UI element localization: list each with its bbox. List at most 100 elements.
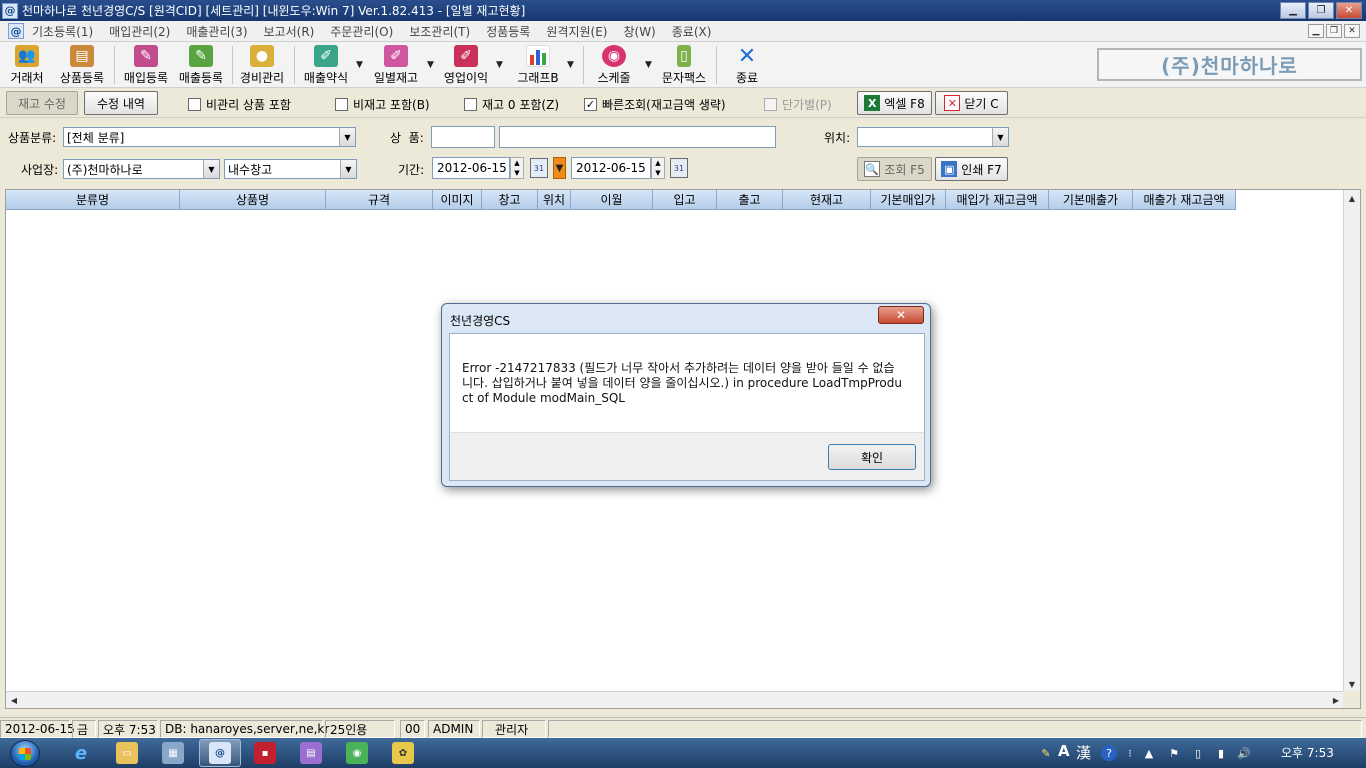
volume-icon[interactable]: 🔊 [1236,745,1252,761]
folder-icon[interactable]: ▭ [116,742,138,764]
include-unmanaged-checkbox[interactable]: 비관리 상품 포함 [188,96,291,113]
ie-icon[interactable]: e [70,742,92,764]
include-zero-stock-checkbox[interactable]: 재고 0 포함(Z) [464,96,559,113]
spin-up-icon[interactable]: ▲ [514,159,519,167]
location-combo[interactable]: ▼ [857,127,1009,147]
column-header-purchase-stock-amount[interactable]: 매입가 재고금액 [946,190,1049,210]
help-icon[interactable]: ? [1101,745,1117,761]
ime-english-indicator[interactable]: A [1058,742,1070,760]
menu-genuine-registration[interactable]: 정품등록 [486,23,530,40]
site-combo[interactable]: (주)천마하나로 ▼ [63,159,220,179]
calendar-icon[interactable]: 31 [530,158,548,178]
daily-stock-dropdown-icon[interactable]: ▼ [427,60,434,70]
spin-down-icon[interactable]: ▼ [655,169,660,177]
stock-edit-button[interactable]: 재고 수정 [6,91,78,115]
menu-purchase[interactable]: 매입관리(2) [109,23,170,40]
menu-sales[interactable]: 매출관리(3) [186,23,247,40]
ok-button[interactable]: 확인 [828,444,916,470]
column-header-category[interactable]: 분류명 [6,190,180,210]
network-icon[interactable]: ▦ [162,742,184,764]
product-code-input[interactable] [431,126,495,148]
column-header-product[interactable]: 상품명 [180,190,326,210]
ime-tool-icon[interactable]: ✎ [1038,745,1054,761]
category-combo[interactable]: [전체 분류] ▼ [63,127,356,147]
menu-basic-registration[interactable]: 기초등록(1) [32,23,93,40]
operating-profit-button[interactable]: ✐ 영업이익 [440,45,492,86]
graph-button[interactable]: 그래프B [512,45,564,86]
maximize-button[interactable]: ❐ [1308,2,1334,19]
column-header-sales-stock-amount[interactable]: 매출가 재고금액 [1133,190,1236,210]
paint-app-icon[interactable]: ✿ [392,742,414,764]
red-app-icon[interactable]: ▪ [254,742,276,764]
minimize-button[interactable]: ▁ [1280,2,1306,19]
column-header-warehouse[interactable]: 창고 [482,190,538,210]
menu-window[interactable]: 창(W) [623,23,655,40]
date-range-arrow-icon[interactable]: ▼ [553,157,566,179]
column-header-spec[interactable]: 규격 [326,190,433,210]
mdi-child-icon[interactable]: @ [8,23,24,39]
network-signal-icon[interactable]: ▮ [1213,745,1229,761]
scroll-right-icon[interactable]: ▶ [1328,692,1344,708]
column-header-carryover[interactable]: 이월 [571,190,653,210]
date-to-spinner[interactable]: ▲ ▼ [651,157,665,179]
include-nonstock-checkbox[interactable]: 비재고 포함(B) [335,96,430,113]
column-header-image[interactable]: 이미지 [433,190,482,210]
menu-report[interactable]: 보고서(R) [264,23,315,40]
purchase-registration-button[interactable]: ✎ 매입등록 [120,45,172,86]
scroll-down-icon[interactable]: ▼ [1344,676,1360,692]
date-to-input[interactable]: 2012-06-15 [571,157,651,179]
sales-summary-dropdown-icon[interactable]: ▼ [356,60,363,70]
column-header-base-purchase-price[interactable]: 기본매입가 [871,190,946,210]
spin-up-icon[interactable]: ▲ [655,159,660,167]
mdi-restore-button[interactable]: ❐ [1326,24,1342,38]
edit-history-button[interactable]: 수정 내역 [84,91,158,115]
close-window-button[interactable]: ✕ [1336,2,1362,19]
daily-stock-button[interactable]: ✐ 일별재고 [370,45,422,86]
chevron-down-icon[interactable]: ▼ [992,128,1008,146]
date-from-input[interactable]: 2012-06-15 [432,157,510,179]
expense-management-button[interactable]: ● 경비관리 [236,45,288,86]
sales-registration-button[interactable]: ✎ 매출등록 [175,45,227,86]
sms-fax-button[interactable]: ▯ 문자팩스 [658,45,710,86]
graph-dropdown-icon[interactable]: ▼ [567,60,574,70]
calendar-icon[interactable]: 31 [670,158,688,178]
cheonnyeon-app-icon[interactable]: @ [209,742,231,764]
column-header-base-sales-price[interactable]: 기본매출가 [1049,190,1133,210]
menu-orders[interactable]: 주문관리(O) [330,23,393,40]
mdi-close-button[interactable]: ✕ [1344,24,1360,38]
calendar-app-icon[interactable]: ▤ [300,742,322,764]
column-header-location[interactable]: 위치 [538,190,571,210]
horizontal-scrollbar[interactable]: ◀ ▶ [6,691,1344,708]
close-panel-button[interactable]: ✕ 닫기 C [935,91,1008,115]
scroll-left-icon[interactable]: ◀ [6,692,22,708]
ime-hanja-indicator[interactable]: 漢 [1076,742,1091,763]
chevron-down-icon[interactable]: ▼ [340,160,356,178]
by-unit-price-checkbox[interactable]: 단가별(P) [764,96,832,113]
ime-menu-icon[interactable]: ⁝ [1122,745,1138,761]
operating-profit-dropdown-icon[interactable]: ▼ [496,60,503,70]
tray-expand-icon[interactable]: ▲ [1141,745,1157,761]
date-from-spinner[interactable]: ▲ ▼ [510,157,524,179]
menu-auxiliary[interactable]: 보조관리(T) [409,23,470,40]
sales-summary-button[interactable]: ✐ 매출약식 [300,45,352,86]
quick-search-checkbox[interactable]: ✓ 빠른조회(재고금액 생략) [584,96,726,113]
taskbar-clock[interactable]: 오후 7:53 [1281,744,1334,761]
chevron-down-icon[interactable]: ▼ [339,128,355,146]
menu-exit[interactable]: 종료(X) [672,23,712,40]
search-button[interactable]: 🔍 조회 F5 [857,157,932,181]
scroll-up-icon[interactable]: ▲ [1344,190,1360,206]
warehouse-combo[interactable]: 내수창고 ▼ [224,159,357,179]
customer-button[interactable]: 👥 거래처 [6,45,48,86]
menu-remote-support[interactable]: 원격지원(E) [546,23,607,40]
battery-icon[interactable]: ▯ [1190,745,1206,761]
column-header-outbound[interactable]: 출고 [717,190,783,210]
product-name-input[interactable] [499,126,776,148]
mdi-minimize-button[interactable]: ▁ [1308,24,1324,38]
chevron-down-icon[interactable]: ▼ [203,160,219,178]
column-header-inbound[interactable]: 입고 [653,190,717,210]
column-header-current-stock[interactable]: 현재고 [783,190,871,210]
green-app-icon[interactable]: ◉ [346,742,368,764]
product-registration-button[interactable]: ▤ 상품등록 [56,45,108,86]
excel-button[interactable]: X 엑셀 F8 [857,91,932,115]
app-icon[interactable]: @ [2,2,18,19]
